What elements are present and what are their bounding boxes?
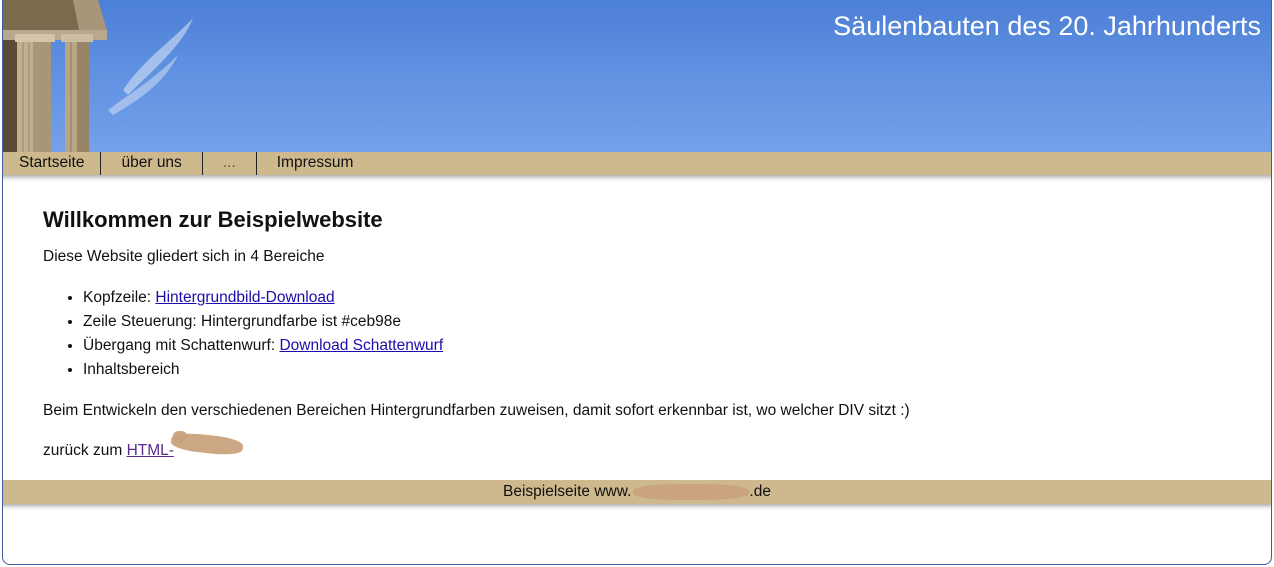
hintergrundbild-download-link[interactable]: Hintergrundbild-Download [155,289,334,306]
footer-text-suffix: .de [749,483,771,500]
list-item: Kopfzeile: Hintergrundbild-Download [83,286,1223,310]
download-schattenwurf-link[interactable]: Download Schattenwurf [279,337,443,354]
redaction-mark [172,431,187,443]
nav-bar: Startseite über uns ... Impressum [3,152,1271,175]
nav-item-startseite[interactable]: Startseite [3,152,102,175]
list-item-label: Inhaltsbereich [83,361,180,378]
list-item-label: Übergang mit Schattenwurf: [83,337,280,354]
intro-text: Diese Website gliedert sich in 4 Bereich… [43,248,325,265]
back-label: zurück zum [43,442,127,459]
nav-shadow [3,175,1271,183]
back-link-wrapper: HTML- [127,431,244,461]
list-item: Inhaltsbereich [83,358,1223,382]
list-item: Zeile Steuerung: Hintergrundfarbe ist #c… [83,310,1223,334]
nav-item-impressum[interactable]: Impressum [257,152,374,175]
browser-page: Säulenbauten des 20. Jahrhunderts Starts… [2,0,1272,565]
columns-photo-icon [3,0,193,152]
redaction-mark [633,484,750,500]
back-link[interactable]: HTML- [127,442,174,459]
note-text: Beim Entwickeln den verschiedenen Bereic… [43,402,910,419]
nav-item-ellipsis[interactable]: ... [203,152,257,175]
header-banner: Säulenbauten des 20. Jahrhunderts [3,0,1271,152]
list-item: Übergang mit Schattenwurf: Download Scha… [83,334,1223,358]
sections-list: Kopfzeile: Hintergrundbild-Download Zeil… [43,286,1223,382]
nav-item-ueber-uns[interactable]: über uns [101,152,203,175]
footer-shadow [3,504,1271,511]
back-line: zurück zum HTML- [43,431,1223,461]
site-title: Säulenbauten des 20. Jahrhunderts [833,11,1261,41]
footer-bar: Beispielseite www. .de [3,480,1271,504]
footer-text-prefix: Beispielseite www. [503,483,632,500]
list-item-label: Zeile Steuerung: Hintergrundfarbe ist #c… [83,313,401,330]
content-area: Willkommen zur Beispielwebsite Diese Web… [43,206,1223,461]
list-item-label: Kopfzeile: [83,289,156,306]
footer-redaction [631,480,750,504]
page-heading: Willkommen zur Beispielwebsite [43,207,383,232]
